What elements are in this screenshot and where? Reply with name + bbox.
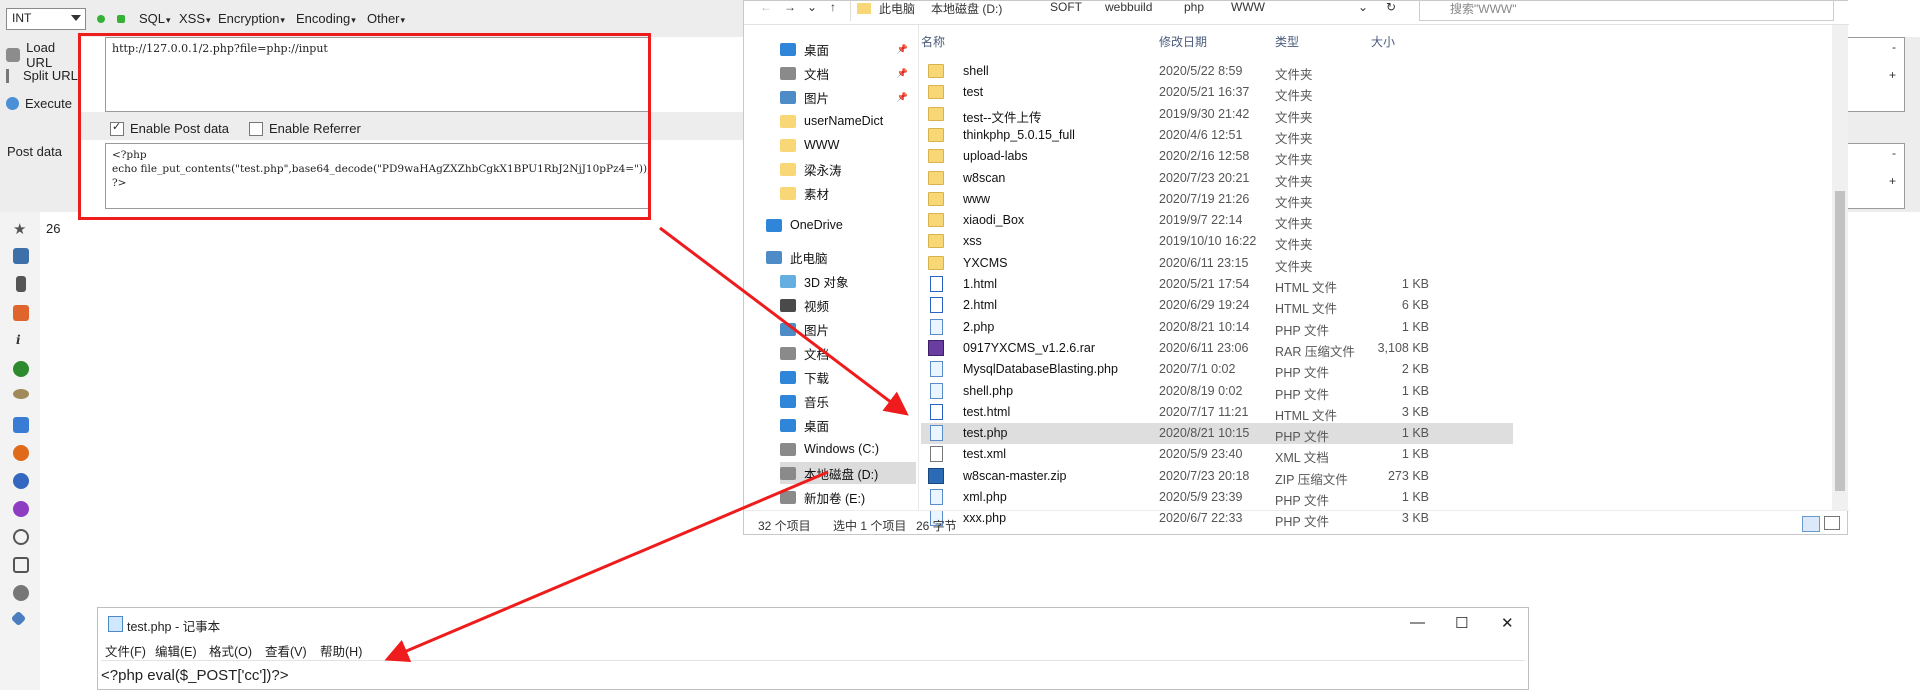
arrow-to-notepad (384, 470, 829, 663)
annotation-arrows (384, 226, 909, 663)
arrow-to-test-php (659, 226, 909, 416)
